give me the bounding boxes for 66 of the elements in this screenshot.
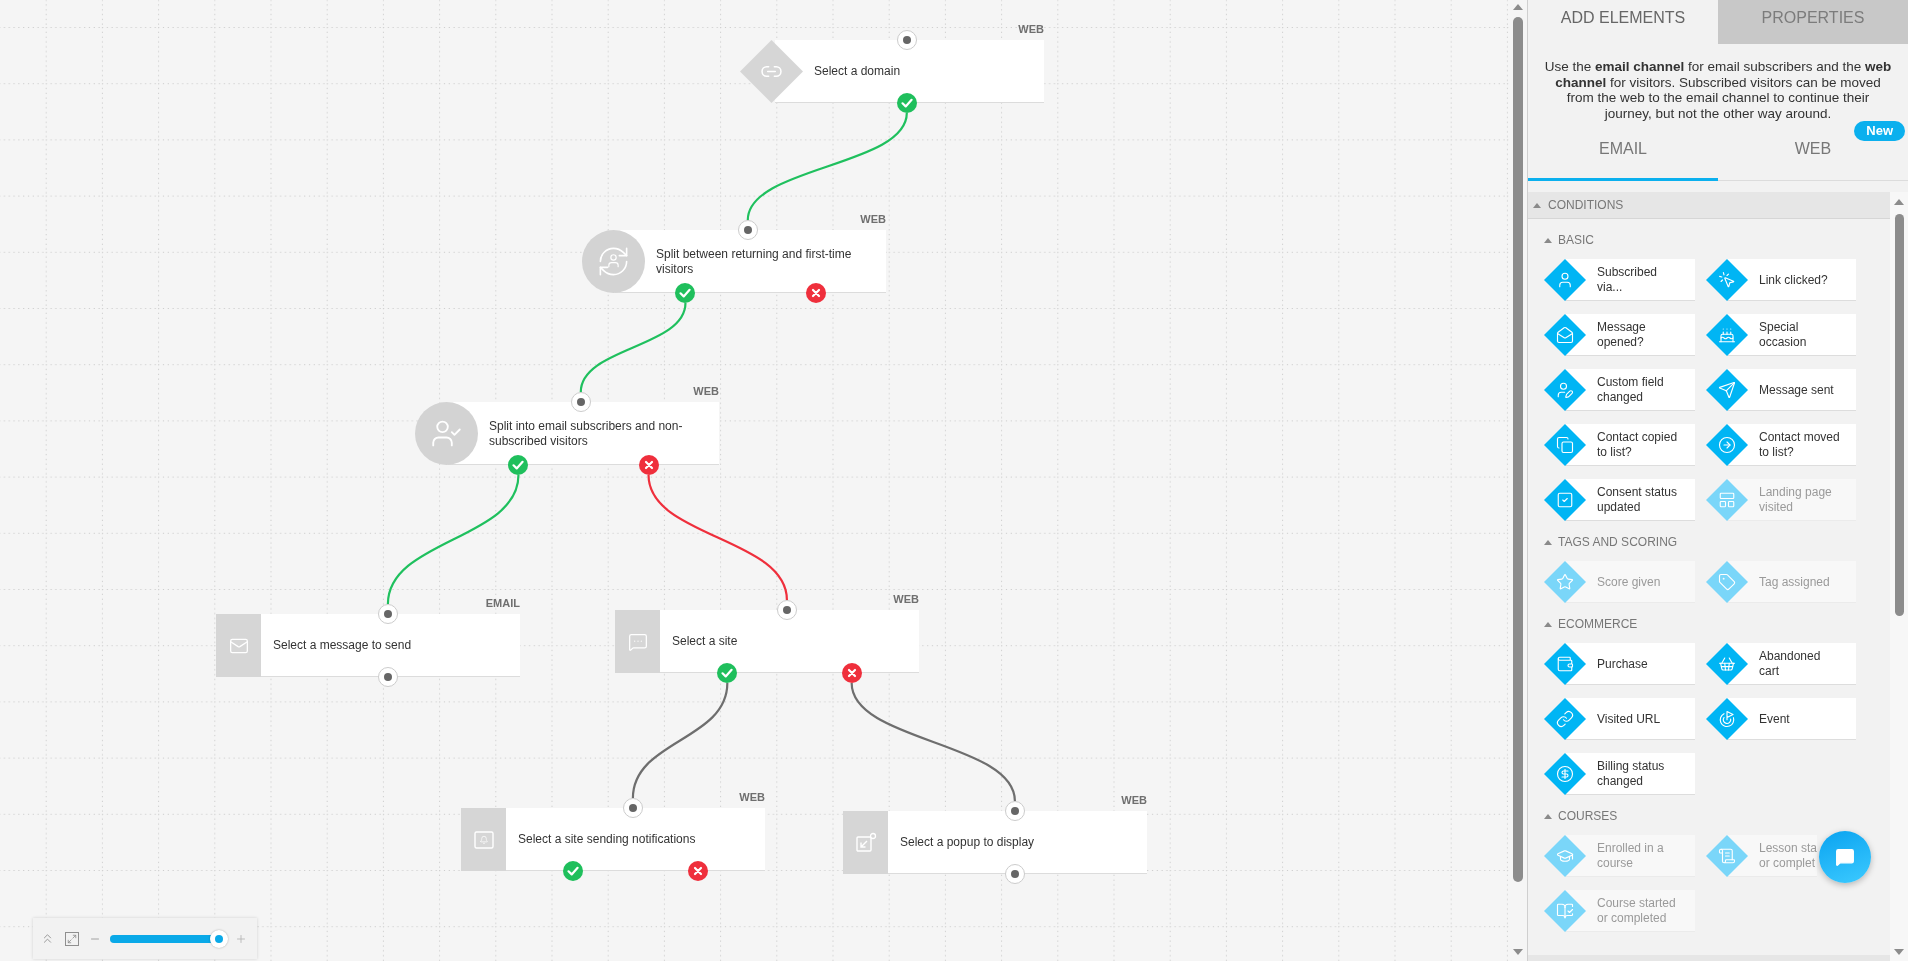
group-header[interactable]: BASIC [1544, 231, 1594, 249]
node-card[interactable]: Select a popup to display [843, 811, 1147, 874]
popup-window-icon [843, 811, 888, 874]
zoom-slider[interactable] [110, 929, 227, 948]
check-icon[interactable] [563, 861, 584, 881]
check-icon[interactable] [508, 455, 529, 475]
speech-bubble-icon [1835, 847, 1855, 867]
check-icon[interactable] [896, 93, 917, 113]
fit-view-button[interactable] [65, 931, 79, 946]
user-check-icon [415, 402, 478, 465]
section-header[interactable]: CONDITIONS [1528, 192, 1890, 219]
basket-icon [1706, 643, 1748, 685]
channel-label: WEB [1018, 23, 1044, 35]
cursor-click-icon [1706, 259, 1748, 301]
node-card[interactable]: Select a site sending notifications [461, 808, 765, 871]
scrollbar-thumb[interactable] [1894, 214, 1904, 616]
channel-label: EMAIL [485, 597, 520, 609]
channel-label: WEB [860, 213, 886, 225]
channel-label: WEB [739, 791, 765, 803]
scroll-up-arrow-icon[interactable] [1513, 4, 1523, 10]
book-check-icon [1544, 890, 1586, 932]
cross-icon[interactable] [687, 861, 708, 881]
node-card[interactable]: Select a site [615, 610, 919, 673]
cross-icon[interactable] [805, 283, 826, 303]
speech-bubble-dots-icon [615, 610, 660, 673]
copy-icon [1544, 424, 1586, 466]
scroll-up-arrow-icon[interactable] [1894, 199, 1904, 205]
channel-label: WEB [1121, 794, 1147, 806]
group-header[interactable]: ECOMMERCE [1544, 615, 1638, 633]
scrollbar-thumb[interactable] [1513, 17, 1523, 882]
channel-tab[interactable]: EMAIL [1528, 124, 1718, 181]
cake-icon [1706, 314, 1748, 356]
user-refresh-icon [582, 230, 645, 293]
checkbox-icon [1544, 479, 1586, 521]
scroll-icon [1706, 835, 1748, 877]
diagonal-arrows-icon [67, 933, 77, 944]
check-icon[interactable] [675, 283, 696, 303]
description-text: Use the email channel for email subscribers and the web channel for visitors. Subscribed visitors can be moved from the web to the email channel to continue their journey, but not the other way around. [1543, 58, 1893, 121]
target-icon [1706, 698, 1748, 740]
open-envelope-icon [1544, 314, 1586, 356]
slider-thumb[interactable] [209, 929, 228, 948]
scroll-down-arrow-icon[interactable] [1894, 949, 1904, 955]
user-icon [1544, 259, 1586, 301]
chat-button[interactable] [1819, 831, 1871, 883]
new-badge: New [1854, 121, 1905, 141]
link-icon [1544, 698, 1586, 740]
bell-window-icon [461, 808, 506, 871]
link-icon [740, 40, 803, 103]
tag-icon [1706, 561, 1748, 603]
group-header[interactable]: COURSES [1544, 807, 1618, 825]
cross-icon[interactable] [841, 663, 862, 683]
star-icon [1544, 561, 1586, 603]
channel-label: WEB [693, 385, 719, 397]
user-pen-icon [1544, 369, 1586, 411]
wallet-icon [1544, 643, 1586, 685]
scroll-down-arrow-icon[interactable] [1513, 949, 1523, 955]
group-header[interactable]: TAGS AND SCORING [1544, 533, 1678, 551]
paper-plane-icon [1706, 369, 1748, 411]
plus-icon [235, 932, 247, 945]
graduation-cap-icon [1544, 835, 1586, 877]
cross-icon[interactable] [638, 455, 659, 475]
check-icon[interactable] [717, 663, 738, 683]
envelope-icon [216, 614, 261, 677]
node-card[interactable]: Select a message to send [216, 614, 520, 677]
layout-icon [1706, 479, 1748, 521]
channel-label: WEB [893, 593, 919, 605]
